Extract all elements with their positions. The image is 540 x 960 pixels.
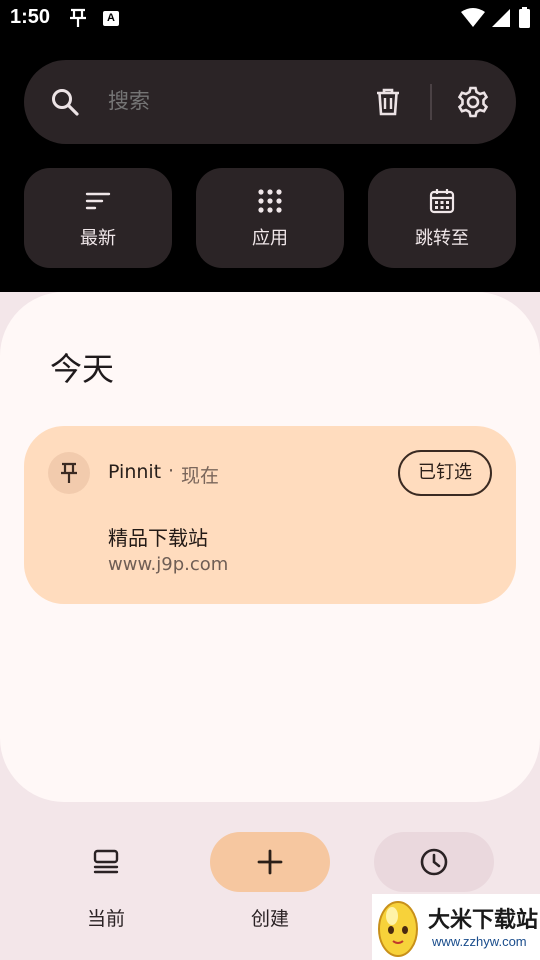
quick-apps-button[interactable]: 应用 <box>196 168 344 268</box>
nav-current[interactable]: 当前 <box>46 832 166 942</box>
signal-icon <box>492 9 510 27</box>
quick-latest-button[interactable]: 最新 <box>24 168 172 268</box>
section-title-today: 今天 <box>50 350 115 388</box>
nav-current-label: 当前 <box>86 908 125 930</box>
quick-latest-label: 最新 <box>80 228 116 249</box>
status-bar: 1:50 A <box>0 0 540 38</box>
quick-jump-label: 跳转至 <box>415 228 469 249</box>
nav-create[interactable]: 创建 <box>210 832 330 942</box>
pinned-button[interactable]: 已钉选 <box>398 450 492 496</box>
search-bar[interactable] <box>24 60 516 144</box>
plus-icon <box>257 849 283 875</box>
notification-sheet: 今天 Pinnit · 现在 已钉选 精品下载站 www.j9p.com <box>0 292 540 802</box>
status-time: 1:50 <box>10 6 51 28</box>
clock-icon <box>420 848 448 876</box>
calendar-icon <box>429 189 455 214</box>
nav-create-label: 创建 <box>250 908 289 930</box>
search-icon[interactable] <box>50 87 80 117</box>
notification-app-name: Pinnit <box>108 461 162 483</box>
watermark-title: 大米下载站 <box>428 908 539 933</box>
pin-icon <box>61 462 77 483</box>
notification-body: www.j9p.com <box>108 554 229 575</box>
notification-separator: · <box>168 460 175 482</box>
apps-grid-icon <box>258 189 282 213</box>
stack-icon <box>93 849 119 874</box>
pinnit-app-icon <box>48 452 90 494</box>
sort-icon <box>85 192 111 210</box>
battery-icon <box>519 7 530 28</box>
notification-card[interactable]: Pinnit · 现在 已钉选 精品下载站 www.j9p.com <box>24 426 516 604</box>
watermark-logo: 大米下载站 www.zzhyw.com <box>372 894 540 960</box>
watermark-url: www.zzhyw.com <box>432 934 527 949</box>
quick-apps-label: 应用 <box>252 228 288 249</box>
notification-time: 现在 <box>181 465 220 487</box>
trash-icon[interactable] <box>372 86 404 118</box>
toolbar-divider <box>430 84 432 120</box>
wifi-icon <box>461 8 485 27</box>
notification-title: 精品下载站 <box>108 526 208 550</box>
search-input[interactable] <box>108 86 379 118</box>
pin-icon <box>70 8 86 27</box>
a-icon: A <box>103 11 119 26</box>
quick-jump-button[interactable]: 跳转至 <box>368 168 516 268</box>
egg-mascot-icon <box>378 901 418 957</box>
gear-icon[interactable] <box>456 85 490 119</box>
